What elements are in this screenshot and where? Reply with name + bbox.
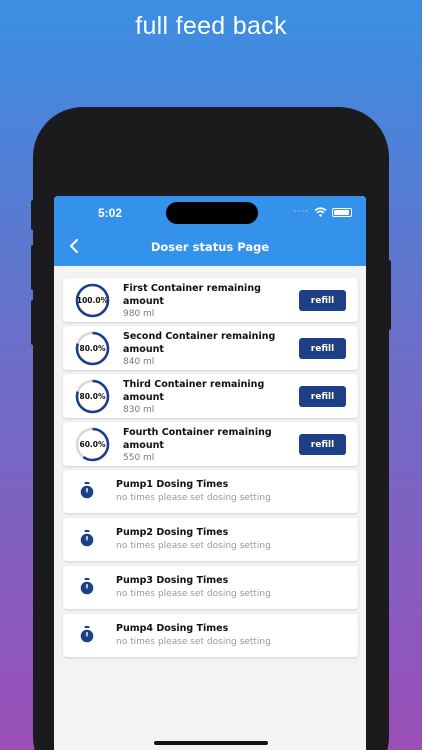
pump-card[interactable]: Pump4 Dosing Times no times please set do… — [63, 614, 358, 657]
dynamic-island — [166, 202, 258, 224]
pump-subtitle: no times please set dosing setting — [116, 541, 271, 551]
refill-button[interactable]: refill — [299, 338, 346, 359]
progress-percent: 60.0% — [79, 440, 106, 449]
container-card: 80.0% Third Container remaining amount 830… — [63, 374, 358, 418]
container-title: Fourth Container remaining amount — [123, 427, 272, 451]
timer-icon — [80, 578, 94, 595]
container-title: First Container remaining amount — [123, 283, 261, 307]
container-card: 100.0% First Container remaining amount 98… — [63, 278, 358, 322]
refill-button[interactable]: refill — [299, 386, 346, 407]
pump-title: Pump1 Dosing Times — [116, 479, 229, 490]
pump-title: Pump2 Dosing Times — [116, 527, 229, 538]
content-list: 100.0% First Container remaining amount 98… — [63, 278, 358, 662]
container-amount: 840 ml — [123, 357, 155, 367]
pump-title: Pump3 Dosing Times — [116, 575, 229, 586]
pump-subtitle: no times please set dosing setting — [116, 589, 271, 599]
marketing-headline: full feed back — [135, 12, 287, 40]
refill-button[interactable]: refill — [299, 434, 346, 455]
container-list: 100.0% First Container remaining amount 98… — [63, 278, 358, 466]
pump-card[interactable]: Pump1 Dosing Times no times please set do… — [63, 470, 358, 513]
pump-subtitle: no times please set dosing setting — [116, 493, 271, 503]
app-bar: 5:02 ···· Doser status Page — [54, 196, 366, 266]
container-title: Third Container remaining amount — [123, 379, 265, 403]
pump-card[interactable]: Pump3 Dosing Times no times please set do… — [63, 566, 358, 609]
pump-subtitle: no times please set dosing setting — [116, 637, 271, 647]
progress-percent: 100.0% — [76, 296, 109, 305]
timer-icon — [80, 530, 94, 547]
container-amount: 980 ml — [123, 309, 155, 319]
timer-icon — [80, 482, 94, 499]
home-indicator — [154, 741, 268, 745]
pump-title: Pump4 Dosing Times — [116, 623, 229, 634]
refill-button[interactable]: refill — [299, 290, 346, 311]
pump-list: Pump1 Dosing Times no times please set do… — [63, 470, 358, 657]
wifi-icon — [314, 207, 327, 217]
container-amount: 550 ml — [123, 453, 155, 463]
phone-screen: 5:02 ···· Doser status Page 100.0% First … — [54, 196, 366, 750]
container-card: 80.0% Second Container remaining amount 84… — [63, 326, 358, 370]
page-title: Doser status Page — [150, 240, 270, 254]
progress-percent: 80.0% — [79, 392, 106, 401]
progress-percent: 80.0% — [79, 344, 106, 353]
container-card: 60.0% Fourth Container remaining amount 55… — [63, 422, 358, 466]
signal-icon: ···· — [293, 207, 309, 217]
pump-card[interactable]: Pump2 Dosing Times no times please set do… — [63, 518, 358, 561]
timer-icon — [80, 626, 94, 643]
status-icons: ···· — [294, 207, 352, 217]
battery-icon — [332, 207, 352, 217]
container-amount: 830 ml — [123, 405, 155, 415]
container-title: Second Container remaining amount — [123, 331, 276, 355]
status-time: 5:02 — [98, 206, 123, 220]
